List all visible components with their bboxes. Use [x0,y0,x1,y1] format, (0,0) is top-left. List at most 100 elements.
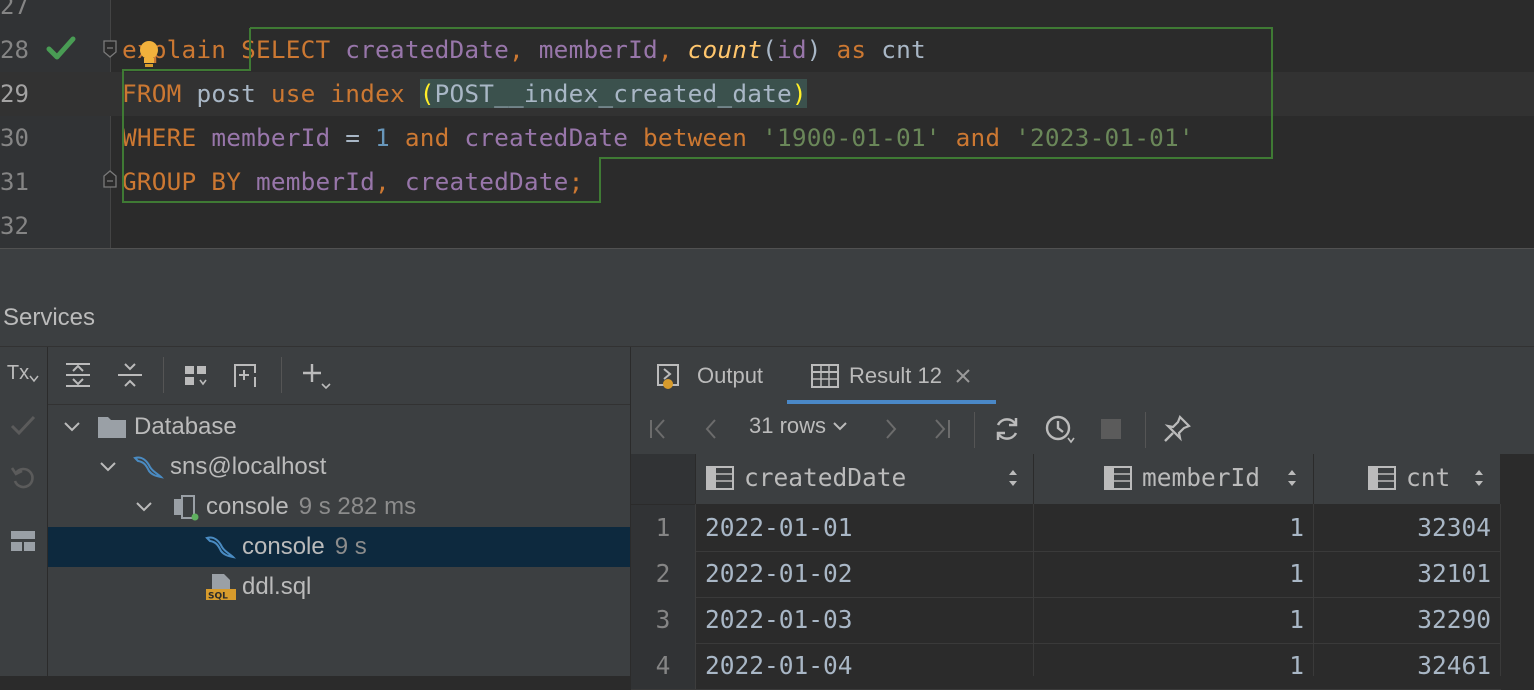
cell-createddate[interactable]: 2022-01-01 [705,505,853,551]
cell-memberid[interactable]: 1 [1034,643,1304,689]
cell-memberid[interactable]: 1 [1034,551,1304,597]
row-number-header [631,454,696,505]
sort-icon[interactable] [1285,468,1299,488]
tree-item-datasource[interactable]: sns@localhost [48,447,630,487]
cell-memberid[interactable]: 1 [1034,505,1304,551]
column-header-createddate[interactable]: createdDate [696,454,1034,505]
fold-start-icon[interactable] [103,40,117,58]
folder-icon [98,417,126,438]
table-row[interactable]: 1 2022-01-01 1 32304 [631,505,1501,552]
fold-end-icon[interactable] [103,170,117,188]
expand-all-icon [66,363,90,387]
tree-item-label: ddl.sql [242,573,311,601]
editor-line-28[interactable]: 28 explain SELECT createdDate, memberId,… [0,28,1534,72]
tab-result[interactable]: Result 12 [787,347,996,404]
last-page-button[interactable] [923,411,959,447]
code-text[interactable]: FROM post use index (POST__index_created… [122,72,807,116]
first-page-button[interactable] [641,411,677,447]
cell-memberid[interactable]: 1 [1034,597,1304,643]
group-by-button[interactable] [178,357,216,393]
history-button[interactable] [1042,411,1078,447]
undo-icon [10,467,34,489]
collapse-all-icon [118,363,142,387]
code-text[interactable]: GROUP BY memberId, createdDate; [122,160,583,204]
tx-mode-button[interactable]: Tx [4,355,42,391]
page-size-select[interactable]: 31 rows [749,413,848,439]
column-label: cnt [1406,463,1451,492]
column-header-memberid[interactable]: memberId [1034,454,1314,505]
table-ref: post [196,79,271,108]
check-icon[interactable] [46,34,76,62]
tree-item-console[interactable]: console 9 s [48,527,630,567]
tree-item-text: console [242,533,325,560]
rollback-button[interactable] [4,459,42,495]
pin-tab-button[interactable] [1159,411,1195,447]
refresh-button[interactable] [989,411,1025,447]
column-icon [706,466,734,490]
chevron-right-icon [886,419,897,439]
tree-item-database[interactable]: Database [48,407,630,447]
tab-label: Output [697,362,764,388]
tab-output[interactable]: Output [655,347,763,404]
stop-icon [1101,419,1121,439]
layout-button[interactable] [4,523,42,559]
result-grid[interactable]: createdDate memberId cnt 1 2022-01-01 1 [631,454,1534,690]
cell-cnt[interactable]: 32101 [1314,551,1491,597]
code-text[interactable]: explain SELECT createdDate, memberId, co… [122,28,926,72]
expand-all-button[interactable] [59,357,97,393]
mysql-dolphin-icon [205,536,236,559]
add-service-button[interactable] [296,357,334,393]
sort-icon[interactable] [1006,468,1020,488]
editor-line-31[interactable]: 31 GROUP BY memberId, createdDate; [0,160,1534,204]
tree-item-session[interactable]: console 9 s 282 ms [48,487,630,527]
previous-page-button[interactable] [693,411,729,447]
code-text[interactable]: WHERE memberId = 1 and createdDate betwe… [122,116,1194,160]
panel-splitter[interactable] [0,248,1534,295]
chevron-down-icon[interactable] [132,495,156,519]
next-page-button[interactable] [873,411,909,447]
cell-createddate[interactable]: 2022-01-03 [705,597,853,643]
sort-icon[interactable] [1472,468,1486,488]
divider [281,357,282,393]
cell-cnt[interactable]: 32290 [1314,597,1491,643]
tree-item-label: sns@localhost [170,453,326,481]
tree-item-file[interactable]: SQL ddl.sql [48,567,630,607]
editor-line-29[interactable]: 29 FROM post use index (POST__index_crea… [0,72,1534,116]
collapse-all-button[interactable] [111,357,149,393]
string-literal: '1900-01-01' [762,123,941,152]
comma: , [657,35,688,64]
session-icon [174,495,199,521]
commit-button[interactable] [4,407,42,443]
chevron-down-icon[interactable] [96,455,120,479]
sql-editor[interactable]: 27 28 explain SELECT createdDate, member… [0,0,1534,248]
table-row[interactable]: 4 2022-01-04 1 32461 [631,643,1501,690]
stop-button[interactable] [1093,411,1129,447]
chevron-down-icon[interactable] [60,415,84,439]
tab-label: Result 12 [849,362,942,388]
line-number: 32 [0,212,29,240]
transaction-strip: Tx [0,347,48,676]
paren: ( [762,35,777,64]
cell-createddate[interactable]: 2022-01-04 [705,643,853,689]
result-pane: Output Result 12 31 rows createdDate mem… [631,347,1534,690]
new-group-button[interactable] [228,357,266,393]
close-icon[interactable] [954,367,972,385]
operator: = [330,123,376,152]
pin-icon [1164,415,1191,442]
table-row[interactable]: 2 2022-01-02 1 32101 [631,551,1501,598]
cell-cnt[interactable]: 32304 [1314,505,1491,551]
group-icon [185,366,207,386]
editor-line-30[interactable]: 30 WHERE memberId = 1 and createdDate be… [0,116,1534,160]
function-count: count [687,35,763,64]
column-header-cnt[interactable]: cnt [1314,454,1501,505]
cell-createddate[interactable]: 2022-01-02 [705,551,853,597]
table-row[interactable]: 3 2022-01-03 1 32290 [631,597,1501,644]
column-label: createdDate [744,463,907,492]
cell-cnt[interactable]: 32461 [1314,643,1491,689]
comma: , [375,167,405,196]
tree-item-text: ddl.sql [242,573,312,600]
lightbulb-icon[interactable] [138,40,160,68]
layout-icon [11,531,35,551]
column-ref: id [776,35,807,64]
keyword-select: SELECT [241,35,346,64]
